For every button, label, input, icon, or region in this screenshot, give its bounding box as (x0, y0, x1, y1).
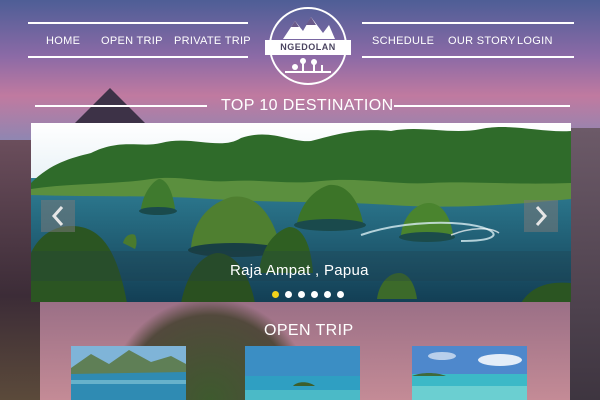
logo-text: NGEDOLAN (265, 40, 351, 55)
slider-dot-5[interactable] (324, 291, 331, 298)
site-logo[interactable]: NGEDOLAN (265, 7, 351, 85)
nav-schedule-link[interactable]: SCHEDULE (372, 35, 434, 47)
chevron-right-icon (535, 206, 548, 226)
nav-private-trip-link[interactable]: PRIVATE TRIP (174, 35, 251, 47)
slider-prev-button[interactable] (41, 200, 75, 232)
slider-dot-6[interactable] (337, 291, 344, 298)
destination-title: TOP 10 DESTINATION (221, 97, 394, 114)
nav-divider-top-left (28, 22, 248, 24)
nav-divider-bottom-left (28, 56, 248, 58)
island-sea-photo (245, 346, 360, 400)
section-rule-left (35, 105, 207, 107)
slider-dot-3[interactable] (298, 291, 305, 298)
open-trip-thumbnail-3[interactable] (412, 346, 527, 400)
nav-divider-top-right (362, 22, 574, 24)
nav-login-link[interactable]: LOGIN (517, 35, 553, 47)
nav-open-trip-link[interactable]: OPEN TRIP (101, 35, 163, 47)
nav-divider-bottom-right (362, 56, 574, 58)
slide-caption: Raja Ampat , Papua (230, 262, 369, 279)
background-cliff-right (570, 128, 600, 400)
chevron-left-icon (51, 206, 64, 226)
slider-dot-2[interactable] (285, 291, 292, 298)
open-trip-title: OPEN TRIP (264, 322, 354, 339)
mountain-lake-photo (71, 346, 186, 400)
slider-dot-1[interactable] (272, 291, 279, 298)
nav-home-link[interactable]: HOME (46, 35, 80, 47)
nav-our-story-link[interactable]: OUR STORY (448, 35, 516, 47)
slider-next-button[interactable] (524, 200, 558, 232)
open-trip-thumbnail-1[interactable] (71, 346, 186, 400)
slider-pagination (272, 291, 344, 298)
slider-dot-4[interactable] (311, 291, 318, 298)
tropical-beach-photo (412, 346, 527, 400)
section-rule-right (394, 105, 570, 107)
open-trip-thumbnail-2[interactable] (245, 346, 360, 400)
